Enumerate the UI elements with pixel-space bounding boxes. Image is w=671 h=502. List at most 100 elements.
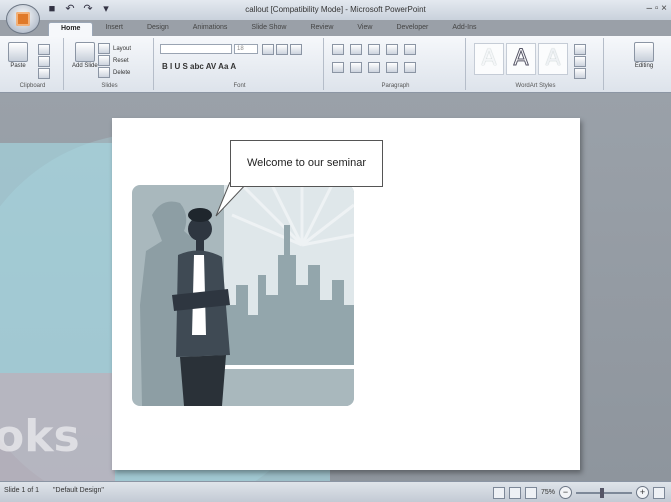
wordart-group-label: WordArt Styles [515,83,556,89]
cut-button[interactable] [38,44,50,55]
zoom-level[interactable]: 75% [541,489,555,496]
slide-canvas[interactable]: Welcome to our seminar [112,118,580,470]
reset-label: Reset [113,57,129,64]
text-fill-icon [574,44,586,55]
normal-view-button[interactable] [492,486,505,499]
align-center-icon[interactable] [350,62,362,73]
ribbon-tabs: Home Insert Design Animations Slide Show… [48,22,488,36]
tab-design[interactable]: Design [135,22,181,36]
callout-pointer [215,182,249,217]
tab-insert[interactable]: Insert [93,22,135,36]
text-outline-button[interactable] [574,56,586,67]
cut-icon [38,44,50,55]
bullets-icon[interactable] [332,44,344,55]
clipboard-group-label: Clipboard [19,83,46,89]
delete-button[interactable]: Delete [98,67,130,78]
wordart-style-3[interactable]: A [538,43,568,75]
delete-label: Delete [113,69,131,76]
copy-button[interactable] [38,56,50,67]
align-buttons [332,62,416,73]
numbering-icon[interactable] [350,44,362,55]
fit-to-window-button[interactable] [653,486,665,499]
line-spacing-icon[interactable] [404,44,416,55]
slides-group: Add Slide Layout Reset Delete Slides [66,38,154,90]
status-right: 75% − + [492,486,665,499]
window-controls[interactable]: – ▫ × [646,3,667,14]
font-group-label: Font [233,83,246,89]
clear-formatting-button[interactable] [290,44,302,55]
layout-label: Layout [113,45,132,52]
editing-group: Editing [606,38,668,90]
columns-icon[interactable] [404,62,416,73]
slide-sorter-button[interactable] [508,486,521,499]
grow-font-button[interactable] [262,44,274,55]
tab-developer[interactable]: Developer [384,22,440,36]
title-bar: ■ ↶ ↷ ▾ callout [Compatibility Mode] - M… [0,0,671,20]
office-logo-icon [16,12,30,26]
text-effects-button[interactable] [574,68,586,79]
increase-indent-icon[interactable] [386,44,398,55]
tab-add-ins[interactable]: Add-Ins [440,22,488,36]
slides-group-label: Slides [101,83,118,89]
add-slide-label: Add Slide [72,63,98,69]
font-group: 18 B I U S abc AV Aa A Font [156,38,324,90]
clear-formatting-icon [290,44,302,55]
window-title: callout [Compatibility Mode] - Microsoft… [245,5,426,14]
paste-label: Paste [10,63,26,69]
decrease-indent-icon[interactable] [368,44,380,55]
grow-font-icon [262,44,274,55]
delete-icon [98,67,110,78]
layout-icon [98,43,110,54]
copy-icon [38,56,50,67]
zoom-in-button[interactable]: + [636,486,649,499]
editing-button[interactable]: Editing [634,42,654,69]
add-slide-button[interactable]: Add Slide [72,42,98,69]
tab-slide-show[interactable]: Slide Show [239,22,298,36]
clipboard-group: Paste Clipboard [2,38,64,90]
font-name-field[interactable] [160,44,232,54]
zoom-slider[interactable] [576,487,632,498]
new-slide-icon [74,42,95,62]
tab-review[interactable]: Review [298,22,345,36]
format-painter-button[interactable] [38,68,50,79]
shrink-font-icon [276,44,288,55]
status-left: Slide 1 of 1 "Default Design" [4,487,104,494]
office-button[interactable] [6,4,40,34]
font-size-field[interactable]: 18 [234,44,258,54]
status-bar: Slide 1 of 1 "Default Design" 75% − + [0,481,671,502]
tab-home[interactable]: Home [48,22,94,36]
slide-counter: Slide 1 of 1 [4,487,40,494]
wordart-group: A A A WordArt Styles [468,38,604,90]
editing-label: Editing [634,63,654,69]
paste-icon [8,42,28,62]
shrink-font-button[interactable] [276,44,288,55]
justify-icon[interactable] [386,62,398,73]
zoom-slider-thumb[interactable] [600,487,604,498]
paragraph-group-label: Paragraph [381,83,410,89]
theme-name: "Default Design" [53,487,104,494]
slide-workspace: oks Welcome to our seminar [0,93,671,481]
text-fill-button[interactable] [574,44,586,55]
ribbon: Paste Clipboard Add Slide Layout Reset D… [0,36,671,93]
reset-button[interactable]: Reset [98,55,129,66]
text-effects-icon [574,68,586,79]
tab-animations[interactable]: Animations [181,22,240,36]
wordart-style-2[interactable]: A [506,43,536,75]
slide-show-button[interactable] [524,486,537,499]
format-painter-icon [38,68,50,79]
binoculars-icon [634,42,654,62]
wordart-style-1[interactable]: A [474,43,504,75]
align-left-icon[interactable] [332,62,344,73]
paste-button[interactable]: Paste [8,42,28,69]
callout-shape[interactable]: Welcome to our seminar [230,140,383,187]
paragraph-group: Paragraph [326,38,466,90]
tab-view[interactable]: View [345,22,384,36]
zoom-out-button[interactable]: − [559,486,572,499]
layout-button[interactable]: Layout [98,43,131,54]
text-outline-icon [574,56,586,67]
list-buttons [332,44,416,55]
watermark: oks [0,411,80,462]
reset-icon [98,55,110,66]
align-right-icon[interactable] [368,62,380,73]
font-format-buttons[interactable]: B I U S abc AV Aa A [162,62,236,71]
